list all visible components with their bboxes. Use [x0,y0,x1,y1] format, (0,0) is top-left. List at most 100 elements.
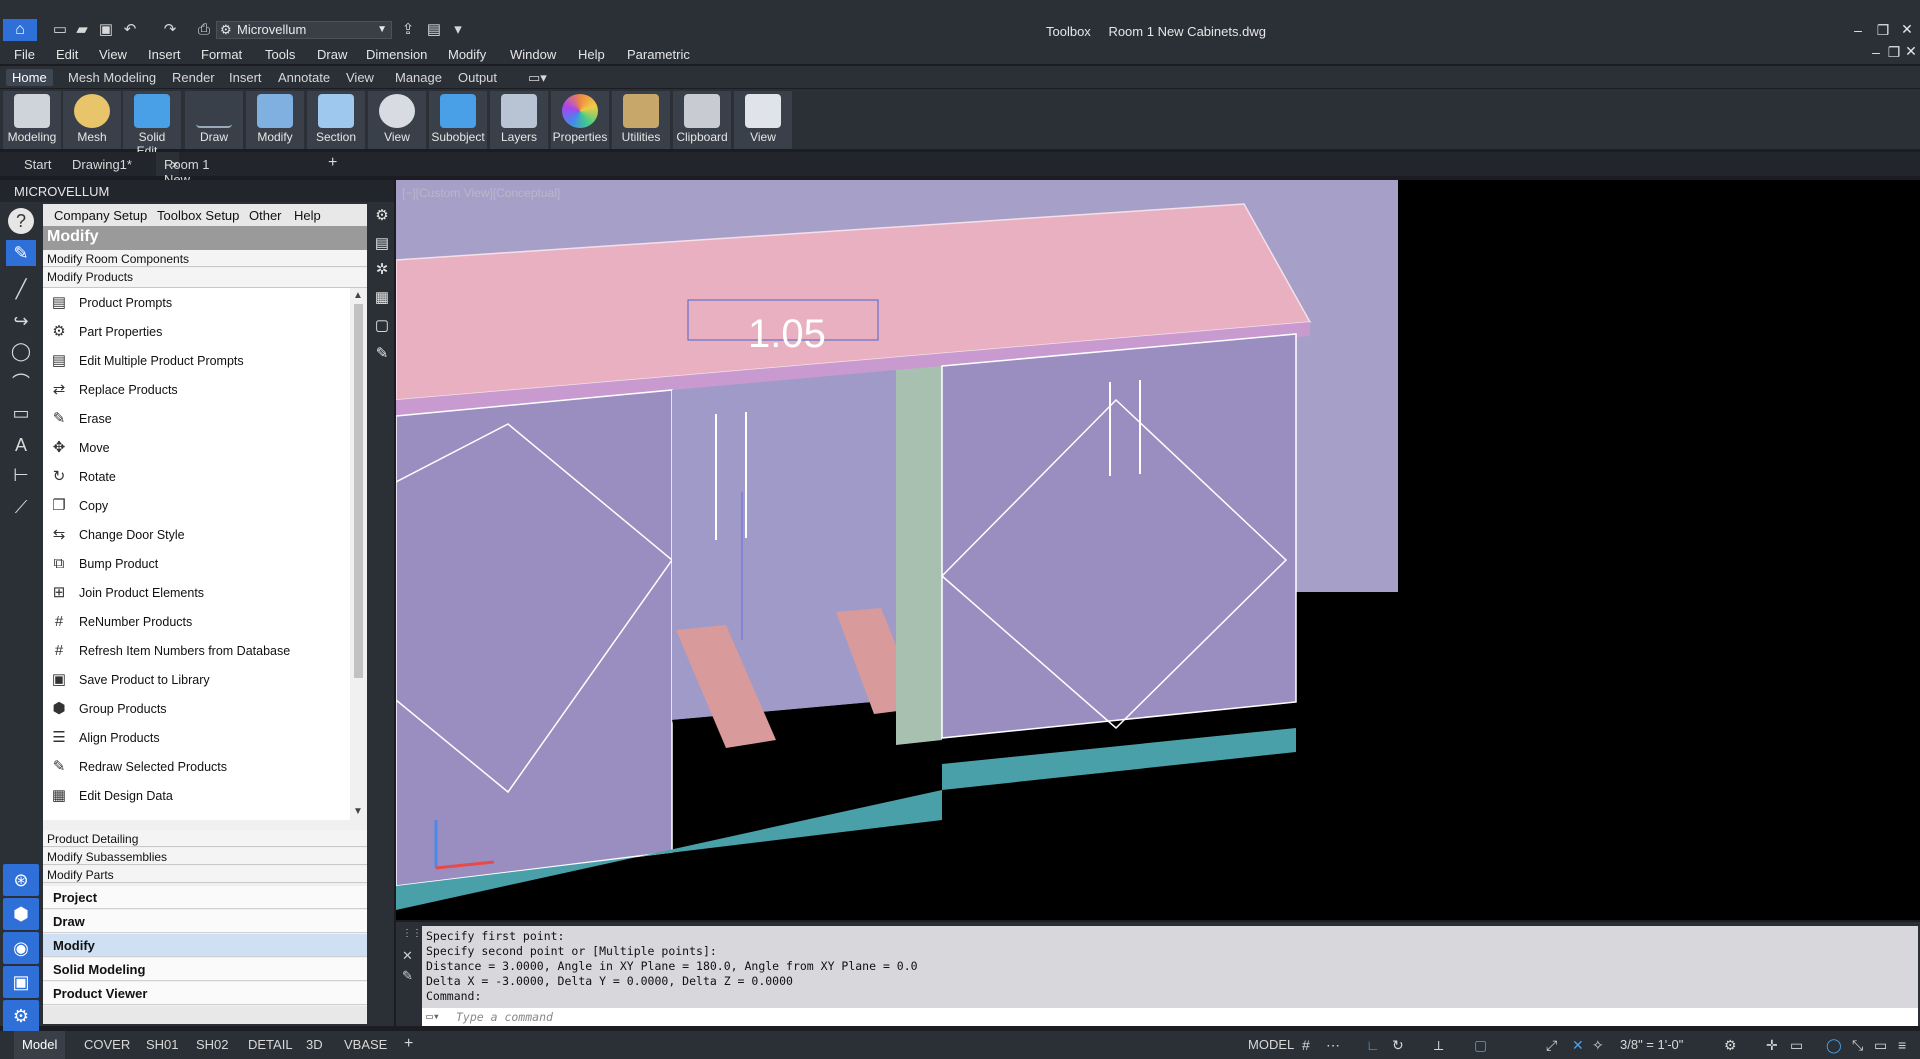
autoscale-icon[interactable]: ✕ [1572,1037,1584,1054]
publish-icon[interactable]: ⇪ [398,20,418,40]
menu-edit[interactable]: Edit [56,47,78,62]
section-modify-products[interactable]: Modify Products [43,268,367,288]
bar-modify[interactable]: Modify [43,934,367,957]
layout-tab-detail[interactable]: DETAIL [248,1037,293,1052]
restore-icon[interactable]: ❐ [1873,22,1893,39]
doc-tab-close-icon[interactable]: × [171,157,179,172]
redo-icon[interactable]: ↷ [160,20,180,40]
rectangle-icon[interactable]: ▭ [6,400,36,426]
plot-icon[interactable]: ▤ [424,20,444,40]
app-logo-icon[interactable]: ⌂ [3,19,37,41]
ribbon-mesh-button[interactable]: Mesh [63,91,121,149]
ribbon-draw-button[interactable]: Draw [185,91,243,149]
command-item[interactable]: ✎ Redraw Selected Products [43,752,350,781]
menu-window[interactable]: Window [510,47,556,62]
layout-tab-3d[interactable]: 3D [306,1037,323,1052]
new-file-icon[interactable]: ▭ [50,20,70,40]
workspace-dropdown[interactable]: ⚙ Microvellum ▼ [216,21,392,39]
menu-insert[interactable]: Insert [148,47,181,62]
bar-product-viewer[interactable]: Product Viewer [43,982,367,1005]
ortho-icon[interactable]: ∟ [1366,1037,1380,1053]
command-input[interactable]: ▭▾ Type a command [422,1008,1918,1026]
ribbon-modeling-button[interactable]: Modeling [3,91,61,149]
layout-tab-model[interactable]: Model [14,1031,66,1059]
add-layout-icon[interactable]: + [404,1035,413,1053]
menu-company-setup[interactable]: Company Setup [54,208,147,223]
drawing-viewport[interactable]: 1.05 [−][Custom View][Conceptual] [396,180,1920,920]
customize-quick-access-icon[interactable]: ▾ [448,20,468,40]
command-item[interactable]: ⧉ Bump Product [43,549,350,578]
customize-icon[interactable]: ≡ [1898,1037,1906,1053]
clean-screen-icon[interactable]: ⤡ [1852,1037,1863,1054]
grip-icon[interactable]: ⋮⋮ [402,928,422,939]
workspace-gear-icon[interactable]: ⚙ [1724,1037,1737,1054]
command-item[interactable]: ▤ Edit Multiple Product Prompts [43,346,350,375]
minimize-icon[interactable]: – [1848,22,1868,38]
command-item[interactable]: # Refresh Item Numbers from Database [43,636,350,665]
command-list-scrollbar[interactable]: ▲ ▼ [350,288,367,820]
command-item[interactable]: ⇆ Change Door Style [43,520,350,549]
viewport-label[interactable]: [−][Custom View][Conceptual] [402,186,560,200]
ribbon-utilities-button[interactable]: Utilities [612,91,670,149]
doc-tab-start[interactable]: Start [24,157,51,172]
tab-home[interactable]: Home [6,69,53,86]
command-item[interactable]: ❐ Copy [43,491,350,520]
isolate-icon[interactable]: ◯ [1826,1037,1842,1054]
window-icon[interactable]: ▣ [3,966,39,998]
ribbon-view2-button[interactable]: View [734,91,792,149]
command-item[interactable]: ✎ Erase [43,404,350,433]
command-item[interactable]: ⚙ Part Properties [43,317,350,346]
save-icon[interactable]: ▣ [96,20,116,40]
tab-manage[interactable]: Manage [389,69,448,86]
ribbon-clipboard-button[interactable]: Clipboard [673,91,731,149]
object-snap-icon[interactable]: ▢ [1474,1037,1487,1054]
line-icon[interactable]: ╱ [6,276,36,302]
help-icon[interactable]: ? [8,208,34,234]
tab-mesh-modeling[interactable]: Mesh Modeling [62,69,162,86]
section-modify-subassemblies[interactable]: Modify Subassemblies [43,848,367,865]
scroll-down-icon[interactable]: ▼ [353,806,363,817]
doc-tab-drawing1[interactable]: Drawing1* [72,157,132,172]
wrench-icon[interactable]: ✎ [402,968,413,984]
command-item[interactable]: ⊞ Join Product Elements [43,578,350,607]
text-icon[interactable]: A [6,432,36,458]
tab-render[interactable]: Render [166,69,221,86]
scale-dropdown[interactable]: 3/8" = 1'-0" [1620,1037,1683,1052]
annotation-icon[interactable]: ⤢ [1546,1037,1557,1054]
doc-close-icon[interactable]: ✕ [1901,43,1920,60]
scroll-up-icon[interactable]: ▲ [353,290,363,301]
menu-help[interactable]: Help [578,47,605,62]
pen-icon[interactable]: ✎ [372,344,392,366]
section-modify-room-components[interactable]: Modify Room Components [43,250,367,267]
tab-annotate[interactable]: Annotate [272,69,336,86]
scroll-thumb[interactable] [354,304,363,678]
ribbon-layers-button[interactable]: Layers [490,91,548,149]
add-tab-icon[interactable]: + [328,154,337,172]
open-folder-icon[interactable]: ▰ [72,20,92,40]
units-icon[interactable]: ▭ [1790,1037,1803,1054]
command-item[interactable]: ✥ Move [43,433,350,462]
doc-tab-active[interactable]: Room 1 New Cabinets* × [156,152,220,202]
command-item[interactable]: ▣ Save Product to Library [43,665,350,694]
menu-modify[interactable]: Modify [448,47,486,62]
arc-icon[interactable]: ⌒ [6,370,36,396]
panel-hscroll[interactable] [43,1006,367,1024]
bar-project[interactable]: Project [43,886,367,909]
modify-pen-icon[interactable]: ✎ [6,240,36,266]
tab-output[interactable]: Output [452,69,503,86]
ribbon-options-icon[interactable]: ▭▾ [522,69,553,87]
ribbon-section-button[interactable]: Section [307,91,365,149]
menu-file[interactable]: File [14,47,35,62]
command-item[interactable]: ▦ Edit Design Data [43,781,350,810]
crosshair-icon[interactable]: ✛ [1766,1037,1778,1054]
polyline-icon[interactable]: ↪ [6,308,36,334]
section-product-detailing[interactable]: Product Detailing [43,830,367,847]
section-modify-parts[interactable]: Modify Parts [43,866,367,883]
settings-icon[interactable]: ⚙ [372,206,392,228]
dimension-icon[interactable]: ⊢ [6,462,36,488]
grid-icon[interactable]: # [1302,1037,1310,1053]
command-item[interactable]: ⬢ Group Products [43,694,350,723]
box-3d-icon[interactable]: ⬢ [3,898,39,930]
menu-toolbox-setup[interactable]: Toolbox Setup [157,208,239,223]
layout-tab-cover[interactable]: COVER [84,1037,130,1052]
